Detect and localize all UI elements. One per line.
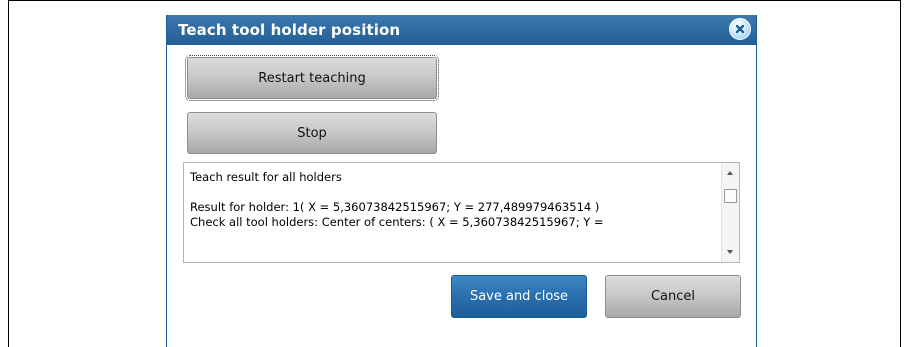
stop-button[interactable]: Stop [187,112,437,154]
dialog-titlebar[interactable]: Teach tool holder position [167,15,756,45]
close-icon [735,24,745,34]
dialog-title: Teach tool holder position [178,21,401,39]
scroll-up-icon[interactable] [727,171,733,175]
scroll-down-icon[interactable] [727,250,733,254]
teach-result-text: Teach result for all holders Result for … [190,170,604,229]
cancel-button[interactable]: Cancel [605,275,741,318]
teach-tool-holder-dialog: Teach tool holder position Restart teach… [166,15,757,347]
vertical-scrollbar[interactable] [721,163,739,262]
save-and-close-button[interactable]: Save and close [451,275,587,318]
teach-result-textbox[interactable]: Teach result for all holders Result for … [183,162,740,263]
restart-teaching-button[interactable]: Restart teaching [185,55,439,101]
dialog-content: Restart teaching Stop Teach result for a… [167,45,756,347]
close-button[interactable] [729,18,751,40]
scroll-thumb[interactable] [724,189,737,203]
